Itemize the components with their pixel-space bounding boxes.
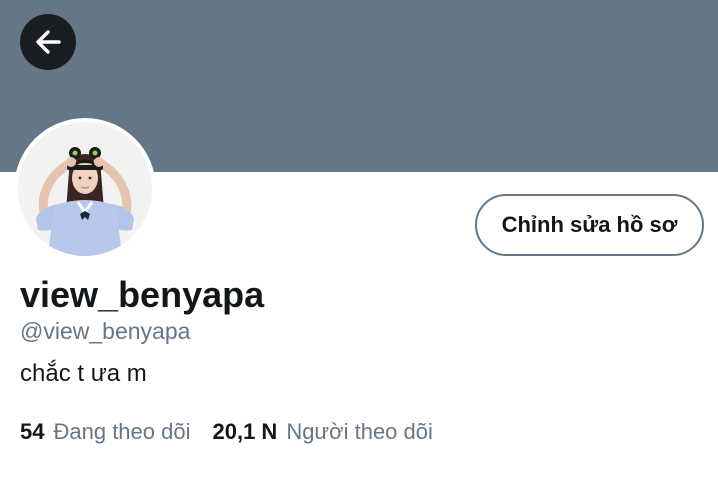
following-label: Đang theo dõi xyxy=(53,419,191,444)
edit-profile-label: Chỉnh sửa hồ sơ xyxy=(501,212,678,237)
edit-profile-button[interactable]: Chỉnh sửa hồ sơ xyxy=(475,194,704,256)
display-name: view_benyapa xyxy=(20,274,265,315)
arrow-left-icon xyxy=(33,27,63,57)
follow-stats: 54 Đang theo dõi 20,1 N Người theo dõi xyxy=(20,419,433,445)
following-link[interactable]: 54 Đang theo dõi xyxy=(20,419,190,445)
profile-page: Chỉnh sửa hồ sơ view_benyapa @view_benya… xyxy=(0,0,718,488)
following-count: 54 xyxy=(20,419,45,444)
followers-link[interactable]: 20,1 N Người theo dõi xyxy=(212,419,432,445)
avatar-photo xyxy=(18,122,152,256)
followers-label: Người theo dõi xyxy=(286,419,433,444)
avatar[interactable] xyxy=(14,118,156,260)
profile-bio: chắc t ưa m xyxy=(20,360,147,387)
username-handle: @view_benyapa xyxy=(20,318,191,344)
back-button[interactable] xyxy=(20,14,76,70)
followers-count: 20,1 N xyxy=(212,419,278,444)
